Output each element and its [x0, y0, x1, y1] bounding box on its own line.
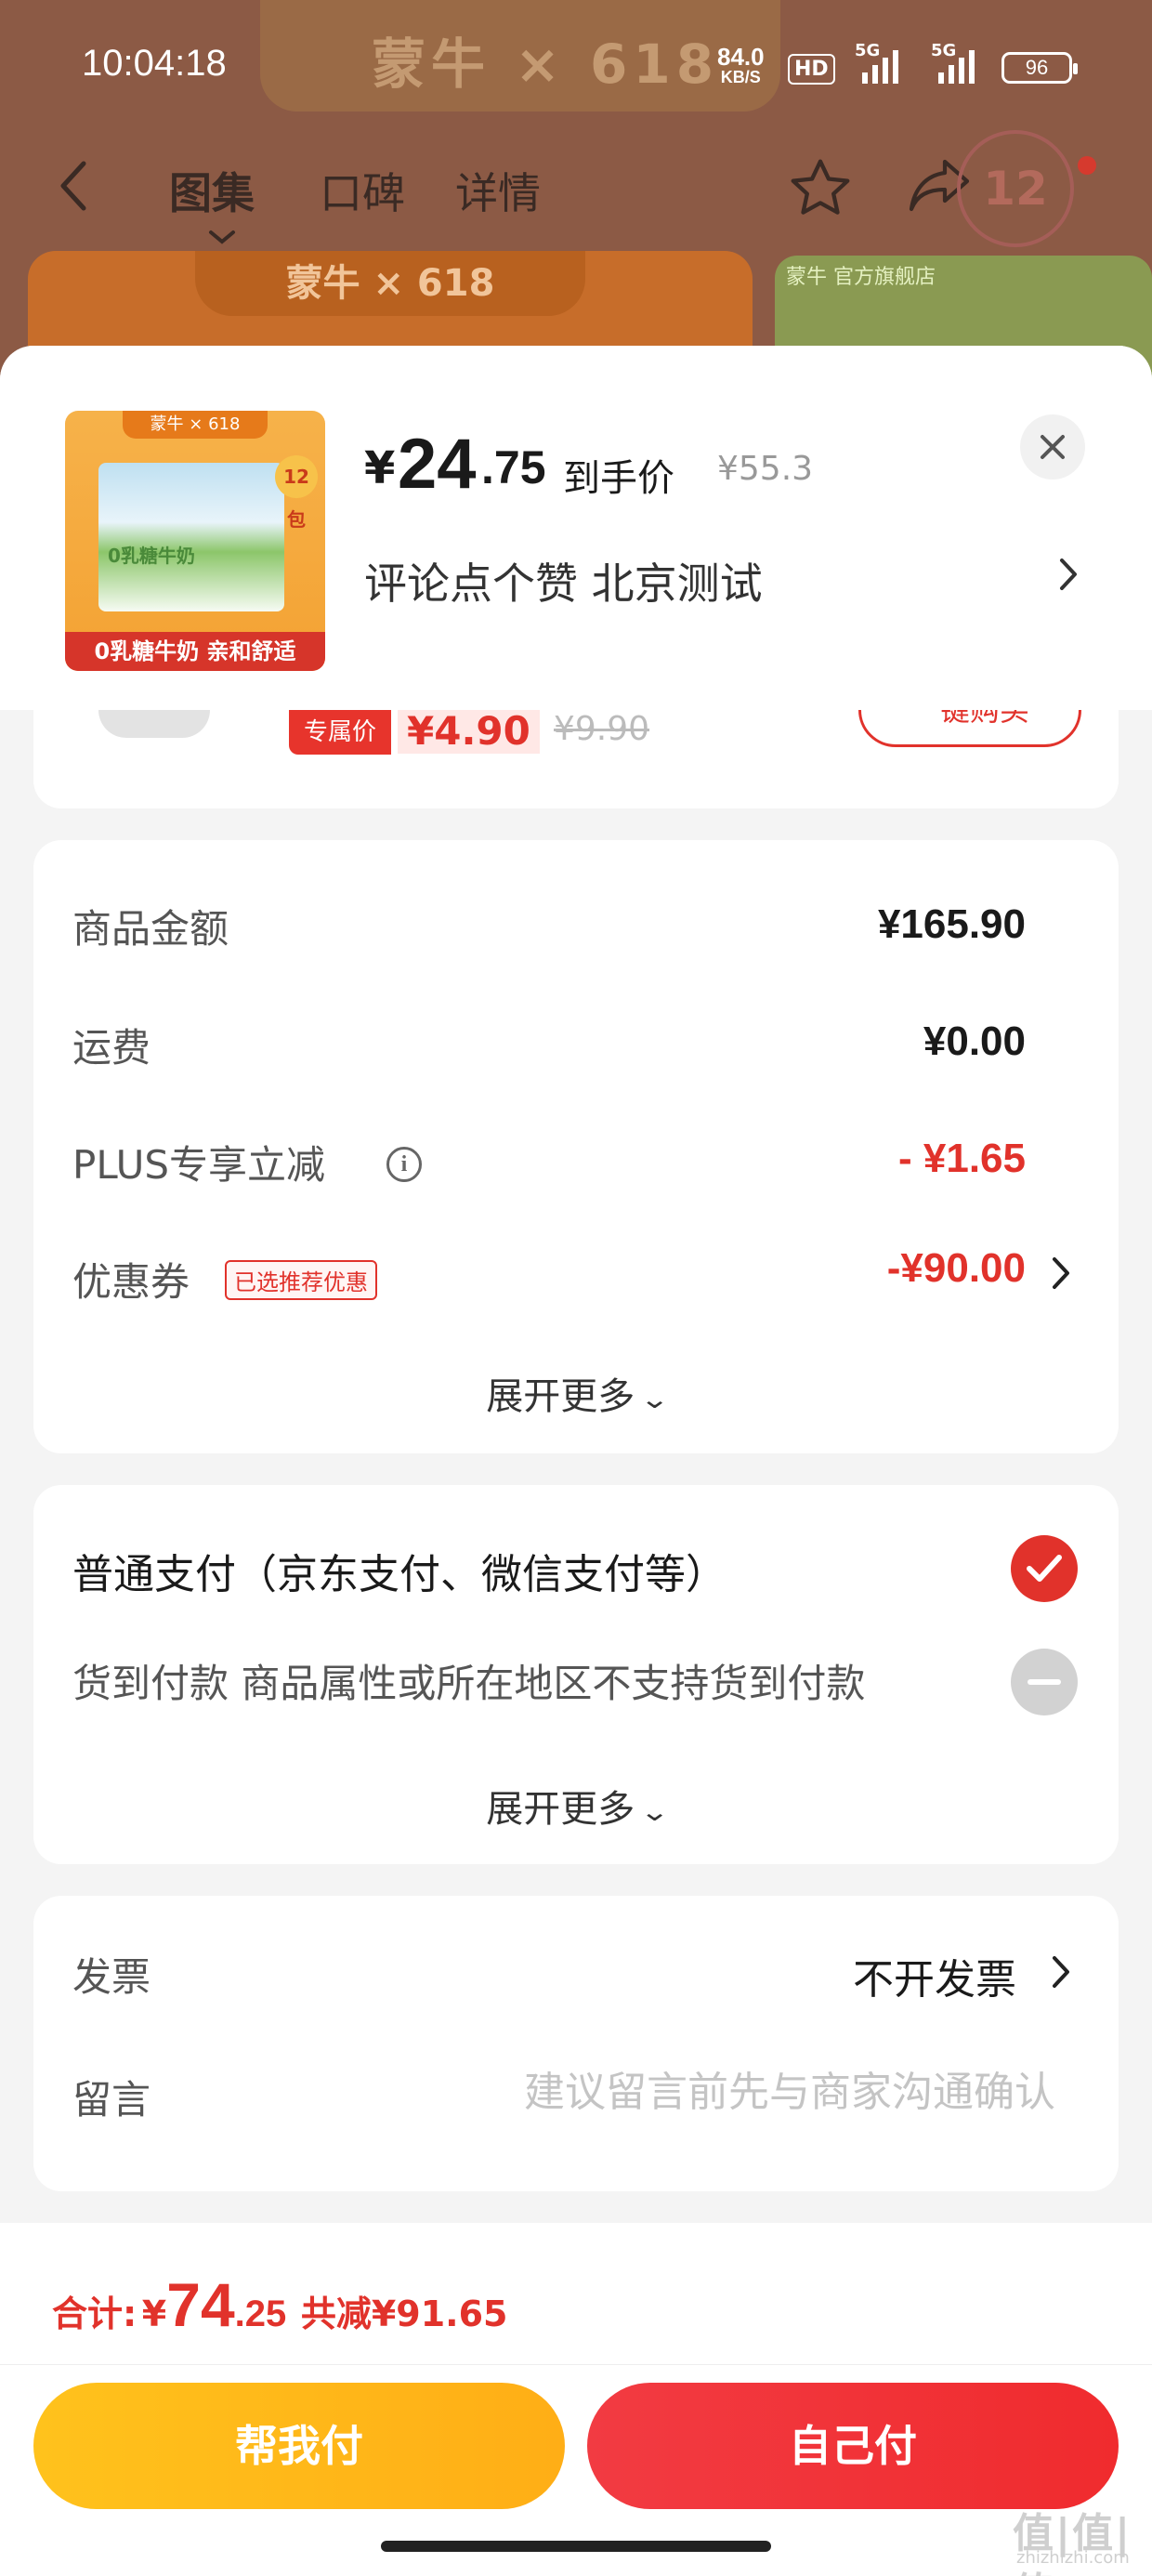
selected-spec[interactable]: 评论点个赞 北京测试: [364, 550, 763, 611]
invoice-label: 发票: [72, 1954, 151, 2000]
promo-product-image: [98, 710, 210, 738]
expand-more-label: 展开更多: [486, 1375, 635, 1418]
product-thumbnail: 蒙牛 × 618 0乳糖牛奶 12包 0乳糖牛奶 亲和舒适: [65, 411, 325, 671]
invoice-value[interactable]: 不开发票: [853, 1946, 1016, 2005]
expand-more-payment[interactable]: 展开更多 ⌄: [33, 1779, 1119, 1833]
total-currency: ¥: [141, 2293, 167, 2334]
favorite-star-icon[interactable]: [786, 154, 855, 227]
original-price: ¥55.3: [717, 450, 814, 488]
close-icon: [1041, 435, 1065, 459]
promo-card: 专属价 ¥4.90 ¥9.90 一键购买: [33, 710, 1119, 808]
status-time: 10:04:18: [82, 43, 227, 84]
shipping-value: ¥0.00: [923, 1019, 1026, 1064]
background-store-tag: 蒙牛 官方旗舰店: [786, 266, 936, 289]
pack-count-badge: 12包: [957, 130, 1074, 325]
notification-dot: [1078, 156, 1096, 175]
coupon-value[interactable]: -¥90.00: [887, 1245, 1026, 1292]
price-integer: 24: [398, 425, 477, 504]
chevron-right-icon[interactable]: [1057, 556, 1080, 597]
promo-price: ¥4.90: [398, 710, 540, 754]
active-tab-indicator: [208, 223, 236, 251]
exclusive-price-tag: 专属价: [289, 710, 391, 755]
thumb-count-badge: 12包: [275, 455, 318, 531]
message-label: 留言: [72, 2077, 151, 2123]
tab-reviews[interactable]: 口碑: [320, 160, 405, 221]
chevron-down-icon: ⌄: [639, 1383, 671, 1414]
thumb-brand: 蒙牛 × 618: [123, 411, 268, 439]
thumb-caption: 0乳糖牛奶 亲和舒适: [65, 632, 325, 671]
shipping-label: 运费: [72, 1025, 151, 1071]
network-speed: 84.0 KB/S: [717, 45, 765, 87]
home-indicator[interactable]: [381, 2541, 771, 2552]
payment-method-card: 普通支付（京东支付、微信支付等） 货到付款 商品属性或所在地区不支持货到付款 展…: [33, 1485, 1119, 1864]
selected-checkmark-icon[interactable]: [1011, 1535, 1078, 1602]
payment-option-normal[interactable]: 普通支付（京东支付、微信支付等）: [72, 1541, 727, 1600]
coupon-selected-badge: 已选推荐优惠: [225, 1260, 377, 1300]
price-decimal: .75: [481, 441, 546, 493]
tab-gallery[interactable]: 图集: [169, 160, 255, 221]
total-decimal: .25: [234, 2293, 287, 2334]
total-saving: 共减¥91.65: [300, 2293, 508, 2334]
plus-discount-label: PLUS专享立减: [72, 1142, 326, 1188]
goods-amount-value: ¥165.90: [877, 901, 1026, 947]
one-click-buy-button[interactable]: 一键购买: [858, 710, 1081, 747]
status-bar: 10:04:18 84.0 KB/S HD 5G 5G 96: [0, 0, 1152, 139]
expand-more-label: 展开更多: [486, 1788, 635, 1831]
signal-type-label-2: 5G: [931, 41, 957, 60]
back-arrow-icon[interactable]: [56, 158, 93, 214]
info-icon[interactable]: i: [386, 1147, 422, 1182]
coupon-chevron-right-icon[interactable]: [1050, 1255, 1072, 1295]
promo-original-price: ¥9.90: [554, 710, 650, 748]
signal-strength-icon-2: 5G: [931, 41, 975, 84]
battery-icon: 96: [1001, 52, 1078, 84]
message-input[interactable]: [405, 2059, 1055, 2124]
coupon-label: 优惠券: [72, 1259, 190, 1305]
help-me-pay-button[interactable]: 帮我付: [33, 2383, 565, 2509]
invoice-chevron-right-icon[interactable]: [1050, 1953, 1072, 1994]
plus-discount-value: - ¥1.65: [898, 1136, 1026, 1181]
total-label: 合计:: [52, 2293, 137, 2334]
goods-amount-label: 商品金额: [72, 906, 229, 952]
price-currency: ¥: [364, 442, 396, 494]
watermark-url: zhizhizhi.com: [1016, 2548, 1130, 2568]
disabled-option-icon: [1011, 1649, 1078, 1715]
close-button[interactable]: [1020, 414, 1085, 480]
order-total: 合计: ¥74.25 共减¥91.65: [52, 2269, 507, 2340]
hd-voice-icon: HD: [788, 54, 835, 85]
final-price-label: 到手价: [563, 457, 674, 500]
signal-type-label: 5G: [855, 41, 881, 60]
order-amount-card: 商品金额 ¥165.90 运费 ¥0.00 PLUS专享立减 i - ¥1.65…: [33, 840, 1119, 1453]
pay-myself-button[interactable]: 自己付: [587, 2383, 1119, 2509]
invoice-message-card: 发票 不开发票 留言: [33, 1896, 1119, 2191]
total-integer: 74: [166, 2270, 235, 2339]
background-gallery-title: 蒙牛 × 618: [195, 251, 585, 316]
thumb-product-name: 0乳糖牛奶: [108, 545, 195, 567]
network-speed-unit: KB/S: [720, 68, 761, 86]
tab-details[interactable]: 详情: [455, 160, 541, 221]
payment-option-cod: 货到付款 商品属性或所在地区不支持货到付款: [72, 1661, 866, 1706]
signal-strength-icon: 5G: [855, 41, 898, 84]
chevron-down-icon: ⌄: [639, 1795, 671, 1827]
expand-more-amounts[interactable]: 展开更多 ⌄: [33, 1366, 1119, 1420]
milk-box-illustration: [98, 463, 284, 611]
